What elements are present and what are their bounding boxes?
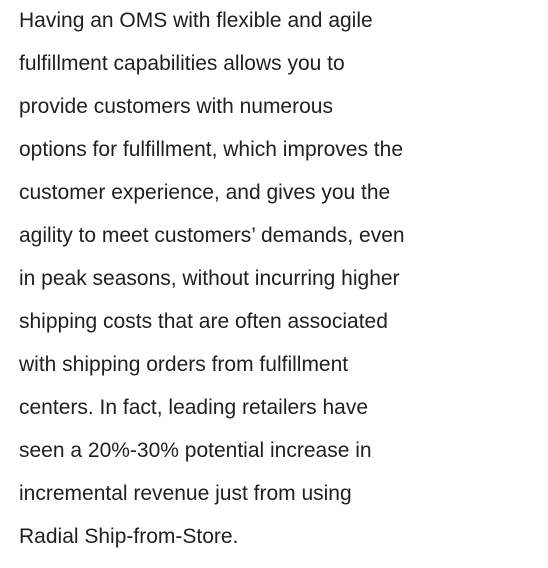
document-body: Having an OMS with flexible and agile fu… [0,0,548,568]
paragraph-line: in peak seasons, without incurring highe… [19,267,400,290]
paragraph-line: fulfillment capabilities allows you to [19,52,345,75]
paragraph-line: seen a 20%-30% potential increase in [19,439,372,462]
paragraph-line: Having an OMS with flexible and agile [19,9,373,32]
paragraph-line: Radial Ship-from-Store. [19,525,239,548]
paragraph-line: options for fulfillment, which improves … [19,138,403,161]
paragraph-line: customer experience, and gives you the [19,181,391,204]
paragraph-line: with shipping orders from fulfillment [19,353,349,376]
paragraph-line: agility to meet customers’ demands, even [19,224,405,247]
paragraph-line: incremental revenue just from using [19,482,352,505]
paragraph-line: centers. In fact, leading retailers have [19,396,369,419]
paragraph-line: provide customers with numerous [19,95,333,118]
paragraph-line: shipping costs that are often associated [19,310,388,333]
